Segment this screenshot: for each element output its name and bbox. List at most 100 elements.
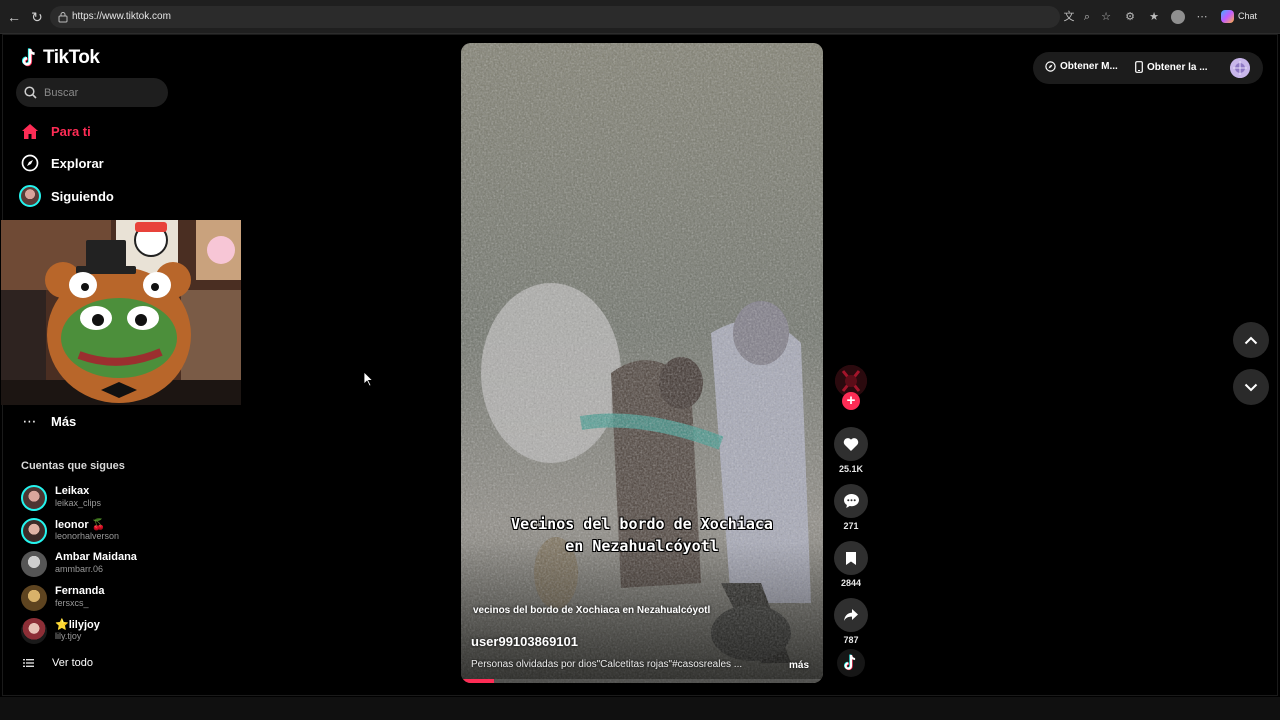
- nav-for-you[interactable]: Para ti: [19, 118, 91, 144]
- logo-text: TikTok: [43, 47, 100, 68]
- next-video-button[interactable]: [1233, 369, 1269, 405]
- nav-more[interactable]: ⋯ Más: [19, 408, 77, 434]
- search-box[interactable]: [16, 78, 168, 107]
- browser-profile-icon[interactable]: [1171, 10, 1185, 24]
- get-app-label: Obtener la ...: [1147, 61, 1208, 73]
- share-count: 787: [843, 635, 859, 645]
- like-count: 25.1K: [838, 464, 864, 474]
- tiktok-logo[interactable]: TikTok: [21, 47, 100, 69]
- tiktok-app: TikTok Para ti Explorar Siguiendo: [1, 34, 1278, 696]
- share-button[interactable]: [834, 598, 868, 632]
- collections-icon[interactable]: ★: [1147, 10, 1161, 24]
- chat-button[interactable]: Chat: [1238, 11, 1257, 21]
- caption-line-1: Vecinos del bordo de Xochiaca: [511, 515, 773, 533]
- avatar: [21, 618, 47, 644]
- reload-icon[interactable]: ↻: [29, 9, 45, 25]
- browser-toolbar: ← ↻ https://www.tiktok.com 文 ⌕ ☆ ⚙ ★ ⋯ C…: [0, 0, 1280, 34]
- mouse-cursor-icon: [363, 371, 373, 387]
- back-icon[interactable]: ←: [6, 9, 22, 25]
- browser-menu-icon[interactable]: ⋯: [1195, 10, 1209, 24]
- follow-button[interactable]: +: [842, 392, 860, 410]
- comment-count: 271: [843, 521, 859, 531]
- taskbar-strip: [0, 697, 1280, 720]
- sound-disc-icon[interactable]: [837, 649, 865, 677]
- following-accounts-title: Cuentas que sigues: [21, 460, 125, 472]
- see-all-label: Ver todo: [52, 657, 93, 669]
- video-description: Personas olvidadas por dios"Calcetitas r…: [471, 659, 743, 670]
- copilot-icon[interactable]: [1220, 10, 1234, 24]
- pip-sticker-image: [1, 220, 241, 405]
- save-button[interactable]: [834, 541, 868, 575]
- profile-avatar-image: [1230, 58, 1250, 78]
- heart-icon: [843, 437, 859, 451]
- comment-icon: [843, 494, 859, 508]
- list-icon: [23, 659, 34, 667]
- chevron-up-icon: [1244, 336, 1258, 344]
- tiktok-sound-icon: [844, 654, 856, 671]
- account-name: Fernanda: [55, 585, 105, 597]
- previous-video-button[interactable]: [1233, 322, 1269, 358]
- account-handle: lily.tjoy: [55, 631, 82, 641]
- account-handle: leonorhalverson: [55, 531, 120, 541]
- share-arrow-icon: [844, 609, 858, 621]
- url-text[interactable]: https://www.tiktok.com: [72, 11, 171, 22]
- nav-label: Siguiendo: [51, 188, 114, 204]
- search-icon: [24, 86, 37, 99]
- caption-line-2: en Nezahualcóyotl: [565, 537, 719, 555]
- pip-video-overlay[interactable]: [1, 220, 241, 405]
- top-actions-bar: Obtener M... Obtener la ...: [1033, 52, 1263, 84]
- video-caption: Vecinos del bordo de Xochiaca en Nezahua…: [461, 513, 823, 557]
- more-dots-icon: ⋯: [22, 412, 38, 429]
- account-name: Leikax: [55, 485, 90, 497]
- nav-label: Para ti: [51, 123, 91, 139]
- avatar: [21, 485, 47, 511]
- comment-button[interactable]: [834, 484, 868, 518]
- compass-icon: [19, 152, 41, 174]
- video-author[interactable]: user99103869101: [471, 634, 578, 649]
- home-icon: [19, 120, 41, 142]
- profile-avatar[interactable]: [1230, 58, 1250, 78]
- avatar: [21, 551, 47, 577]
- translate-icon[interactable]: 文: [1062, 10, 1076, 24]
- save-count: 2844: [840, 578, 862, 588]
- zoom-icon[interactable]: ⌕: [1080, 10, 1094, 24]
- get-app-button[interactable]: Obtener la ...: [1135, 61, 1208, 73]
- get-coins-label: Obtener M...: [1060, 61, 1118, 72]
- account-handle: ammbarr.06: [55, 564, 104, 574]
- avatar: [21, 518, 47, 544]
- video-overlay-title: vecinos del bordo de Xochiaca en Nezahua…: [473, 605, 711, 616]
- video-progress-bar[interactable]: [461, 679, 823, 683]
- account-item[interactable]: Ambar Maidana ammbarr.06: [21, 549, 221, 579]
- account-handle: leikax_clips: [55, 498, 102, 508]
- following-avatar-icon: [19, 185, 41, 207]
- get-coins-button[interactable]: Obtener M...: [1045, 61, 1118, 72]
- site-info-icon[interactable]: [58, 11, 68, 23]
- description-more-link[interactable]: más: [789, 660, 809, 671]
- video-progress-fill: [461, 679, 494, 683]
- account-handle: fersxcs_: [55, 598, 89, 608]
- chevron-down-icon: [1244, 383, 1258, 391]
- nav-explore[interactable]: Explorar: [19, 150, 104, 176]
- account-name: ⭐lilyjoy: [55, 619, 100, 631]
- account-name: leonor 🍒: [55, 519, 106, 531]
- search-input[interactable]: [44, 84, 162, 101]
- bookmark-icon: [846, 551, 856, 565]
- favorite-star-icon[interactable]: ☆: [1099, 10, 1113, 24]
- see-all-link[interactable]: Ver todo: [23, 657, 93, 669]
- compass-small-icon: [1045, 61, 1056, 72]
- nav-label: Más: [51, 413, 77, 429]
- account-item[interactable]: Leikax leikax_clips: [21, 483, 221, 513]
- phone-icon: [1135, 61, 1143, 73]
- account-item[interactable]: ⭐lilyjoy lily.tjoy: [21, 616, 221, 646]
- extensions-icon[interactable]: ⚙: [1123, 10, 1137, 24]
- tiktok-logo-icon: [21, 48, 35, 67]
- account-item[interactable]: leonor 🍒 leonorhalverson: [21, 516, 221, 546]
- nav-following[interactable]: Siguiendo: [19, 183, 114, 209]
- address-bar[interactable]: https://www.tiktok.com: [50, 6, 1060, 28]
- video-player[interactable]: Vecinos del bordo de Xochiaca en Nezahua…: [461, 43, 823, 683]
- account-item[interactable]: Fernanda fersxcs_: [21, 583, 221, 613]
- like-button[interactable]: [834, 427, 868, 461]
- account-name: Ambar Maidana: [55, 551, 137, 563]
- video-frame-image: [461, 43, 823, 683]
- nav-label: Explorar: [51, 155, 104, 171]
